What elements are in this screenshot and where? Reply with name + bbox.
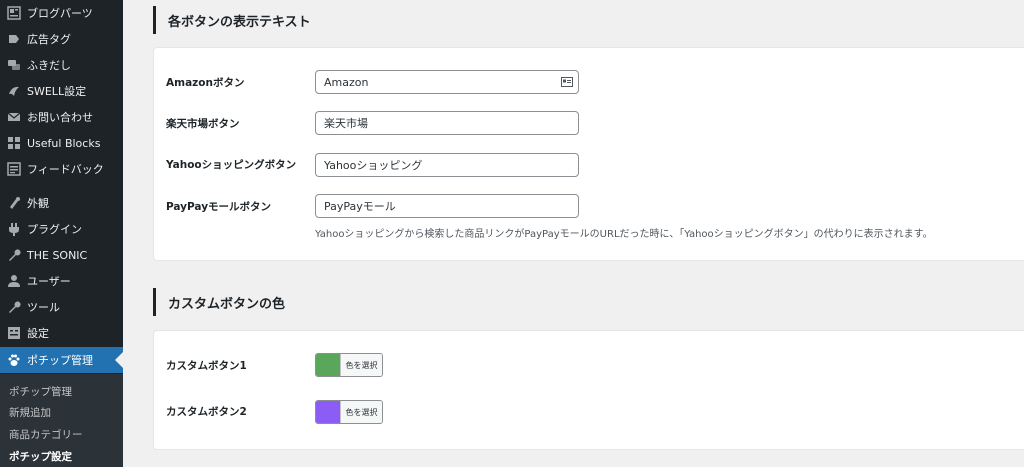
sidebar-item-label: THE SONIC [27, 248, 88, 262]
sidebar-item-useful-blocks[interactable]: Useful Blocks [0, 130, 123, 156]
amazon-button-value: Amazon [324, 75, 369, 89]
submenu: ポチップ管理 新規追加 商品カテゴリー ポチップ設定 [0, 374, 123, 467]
paypay-button-label: PayPayモールボタン [166, 201, 272, 213]
sidebar-item-feedback[interactable]: フィードバック [0, 156, 123, 182]
sidebar-item-label: 外観 [27, 197, 49, 210]
submenu-item-settings[interactable]: ポチップ設定 [9, 449, 72, 464]
sidebar-item-appearance[interactable]: 外観 [0, 190, 123, 216]
yahoo-button-input[interactable]: Yahooショッピング [315, 153, 579, 177]
sidebar-item-label: 設定 [27, 327, 49, 340]
sidebar-item-label: お問い合わせ [27, 111, 93, 124]
sidebar-item-pochipp[interactable]: ポチップ管理 [0, 347, 123, 373]
sidebar-item-label: SWELL設定 [27, 85, 87, 98]
submenu-item-add-new[interactable]: 新規追加 [9, 405, 51, 420]
sidebar-item-tools[interactable]: ツール [0, 294, 123, 320]
wrench-icon [7, 248, 21, 262]
custom-button-1-swatch [316, 354, 340, 376]
custom-button-2-color-picker[interactable]: 色を選択 [315, 400, 383, 424]
yahoo-button-value: Yahooショッピング [324, 159, 423, 172]
rakuten-button-value: 楽天市場 [324, 117, 368, 130]
section-title-button-text: 各ボタンの表示テキスト [153, 6, 311, 34]
rakuten-button-label: 楽天市場ボタン [166, 118, 240, 130]
ad-tag-icon [7, 32, 21, 46]
sidebar-item-label: ユーザー [27, 275, 71, 288]
main-content: 各ボタンの表示テキスト Amazonボタン Amazon 楽天市場ボタン 楽天市… [123, 0, 1024, 467]
custom-button-1-color-picker[interactable]: 色を選択 [315, 353, 383, 377]
sidebar-item-plugins[interactable]: プラグイン [0, 216, 123, 242]
sidebar-item-label: 広告タグ [27, 33, 71, 46]
blog-parts-icon [7, 6, 21, 20]
mail-icon [7, 110, 21, 124]
sidebar-item-label: ふきだし [27, 59, 71, 72]
admin-sidebar: ブログパーツ 広告タグ ふきだし SWELL設定 お問い合わせ Useful B… [0, 0, 123, 467]
submenu-item-categories[interactable]: 商品カテゴリー [9, 427, 83, 442]
blocks-icon [7, 136, 21, 150]
yahoo-button-label: Yahooショッピングボタン [166, 159, 297, 171]
user-icon [7, 274, 21, 288]
paw-icon [7, 353, 21, 367]
paypay-button-value: PayPayモール [324, 200, 396, 213]
speech-bubble-icon [7, 58, 21, 72]
custom-button-2-swatch [316, 401, 340, 423]
paypay-description: Yahooショッピングから検索した商品リンクがPayPayモールのURLだった時… [315, 229, 933, 240]
settings-icon [7, 326, 21, 340]
sidebar-item-the-sonic[interactable]: THE SONIC [0, 242, 123, 268]
sidebar-item-settings[interactable]: 設定 [0, 320, 123, 346]
sidebar-item-label: フィードバック [27, 163, 104, 176]
sidebar-item-contact[interactable]: お問い合わせ [0, 104, 123, 130]
paypay-button-input[interactable]: PayPayモール [315, 194, 579, 218]
sidebar-item-label: Useful Blocks [27, 136, 101, 150]
contact-card-icon[interactable] [561, 76, 573, 88]
swell-icon [7, 84, 21, 98]
select-color-label: 色を選択 [340, 401, 382, 423]
button-text-card: Amazonボタン Amazon 楽天市場ボタン 楽天市場 Yahooショッピン… [153, 47, 1024, 261]
custom-button-2-label: カスタムボタン2 [166, 406, 247, 418]
sidebar-item-label: プラグイン [27, 223, 82, 236]
sidebar-item-blog-parts[interactable]: ブログパーツ [0, 0, 123, 26]
active-indicator [115, 352, 123, 368]
sidebar-item-ad-tag[interactable]: 広告タグ [0, 26, 123, 52]
sidebar-item-swell[interactable]: SWELL設定 [0, 78, 123, 104]
sidebar-item-label: ポチップ管理 [27, 354, 93, 367]
plugin-icon [7, 222, 21, 236]
appearance-icon [7, 196, 21, 210]
rakuten-button-input[interactable]: 楽天市場 [315, 111, 579, 135]
amazon-button-label: Amazonボタン [166, 77, 245, 89]
sidebar-item-users[interactable]: ユーザー [0, 268, 123, 294]
custom-color-card: カスタムボタン1 色を選択 カスタムボタン2 色を選択 [153, 330, 1024, 450]
tools-icon [7, 300, 21, 314]
sidebar-item-label: ツール [27, 301, 60, 314]
sidebar-item-label: ブログパーツ [27, 7, 93, 20]
feedback-icon [7, 162, 21, 176]
amazon-button-input[interactable]: Amazon [315, 70, 579, 94]
sidebar-item-speech-bubble[interactable]: ふきだし [0, 52, 123, 78]
custom-button-1-label: カスタムボタン1 [166, 360, 247, 372]
submenu-item-manage[interactable]: ポチップ管理 [9, 384, 72, 399]
select-color-label: 色を選択 [340, 354, 382, 376]
section-title-custom-color: カスタムボタンの色 [153, 288, 285, 316]
